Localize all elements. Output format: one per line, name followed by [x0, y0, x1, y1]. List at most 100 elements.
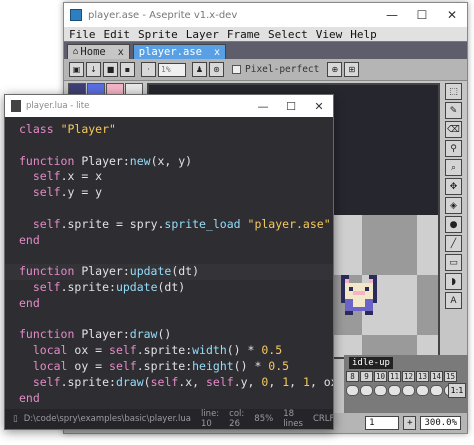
aseprite-title: player.ase - Aseprite v1.x-dev [88, 9, 238, 21]
tab-close-icon[interactable]: x [118, 47, 124, 58]
add-frame-button[interactable]: + [403, 416, 417, 430]
target-icon[interactable]: ⊛ [209, 62, 224, 77]
file-icon: ▯ [13, 414, 18, 424]
lite-editor-window: player.lua - lite — ☐ ✕ class "Player" f… [4, 94, 334, 430]
code-line: function Player:draw() [19, 327, 172, 342]
tab-player-ase-label: player.ase [138, 46, 202, 58]
menu-file[interactable]: File [69, 28, 96, 41]
grid-icon[interactable]: ⊞ [344, 62, 360, 77]
cel-row [346, 385, 458, 396]
code-line: self.sprite = spry.sprite_load "player.a… [32, 216, 331, 231]
code-line: local oy = self.sprite:height() * 0.5 [32, 358, 290, 373]
file-path: D:\code\spry\examples\basic\player.lua [23, 414, 191, 424]
aseprite-tabbar: ⌂ Home x player.ase x [64, 42, 467, 59]
blur-icon[interactable]: ● [445, 216, 462, 233]
close-icon[interactable]: ✕ [437, 8, 467, 22]
cursor-line: line: 10 [200, 409, 220, 429]
frame-header[interactable]: 13 [416, 371, 429, 382]
minimize-icon[interactable]: — [249, 100, 277, 113]
lite-title: player.lua - lite [26, 101, 90, 111]
cel[interactable] [374, 385, 387, 396]
line-ending: CRLF [312, 414, 334, 424]
tab-close-icon[interactable]: x [214, 47, 220, 58]
menu-sprite[interactable]: Sprite [138, 28, 178, 41]
code-editor[interactable]: class "Player" function Player:new(x, y)… [5, 117, 333, 409]
code-line: class "Player" [19, 122, 116, 136]
animation-tag[interactable]: idle-up [349, 357, 393, 369]
dot-icon[interactable]: · [141, 62, 156, 77]
aseprite-menubar: File Edit Sprite Layer Frame Select View… [64, 27, 467, 42]
menu-select[interactable]: Select [268, 28, 308, 41]
frame-number-field[interactable]: 1 [365, 416, 400, 430]
download-icon[interactable]: ↓ [86, 62, 101, 77]
frame-header[interactable]: 10 [374, 371, 387, 382]
code-line: end [19, 295, 40, 310]
tool-palette: ⬚ ✎ ⌫ ⚲ ⌕ ✥ ◈ ● ╱ ▭ ◗ A [445, 83, 464, 311]
cel[interactable] [346, 385, 359, 396]
brush-size-icon[interactable]: ▪ [120, 62, 135, 77]
pixel-perfect-toggle[interactable]: Pixel-perfect [232, 64, 319, 75]
zoom-icon[interactable]: ⌕ [445, 159, 462, 176]
frame-header[interactable]: 8 [346, 371, 359, 382]
menu-view[interactable]: View [316, 28, 343, 41]
pixel-perfect-checkbox[interactable] [232, 65, 241, 74]
marquee-icon[interactable]: ⬚ [445, 83, 462, 100]
frame-header[interactable]: 12 [402, 371, 415, 382]
maximize-icon[interactable]: ☐ [277, 100, 305, 113]
contour-icon[interactable]: ◗ [445, 273, 462, 290]
rectangle-icon[interactable]: ▭ [445, 254, 462, 271]
minimize-icon[interactable]: — [377, 8, 407, 22]
line-count: 18 lines [283, 409, 303, 429]
code-line: self.x = x [32, 169, 103, 184]
code-line: end [19, 232, 40, 247]
code-line: self.y = y [32, 185, 103, 200]
code-line: self.sprite:draw(self.x, self.y, 0, 1, 1… [32, 374, 333, 389]
zoom-1to1-button[interactable]: 1:1 [448, 383, 466, 398]
cel[interactable] [360, 385, 373, 396]
tab-home[interactable]: ⌂ Home x [67, 44, 130, 59]
eyedropper-icon[interactable]: ⚲ [445, 140, 462, 157]
zoom-field[interactable]: 300.0% [420, 416, 461, 430]
menu-frame[interactable]: Frame [227, 28, 260, 41]
code-line: self.sprite:update(dt) [32, 279, 186, 294]
frame-header[interactable]: 9 [360, 371, 373, 382]
pencil-icon[interactable]: ✎ [445, 102, 462, 119]
menu-edit[interactable]: Edit [104, 28, 131, 41]
cel[interactable] [416, 385, 429, 396]
ink-icon[interactable]: ♟ [192, 62, 207, 77]
aseprite-app-icon [70, 9, 82, 21]
context-toolbar: ▣ ↓ ■ ▪ · 1% ♟ ⊛ Pixel-perfect ⊕ ⊞ [64, 59, 467, 81]
cel[interactable] [402, 385, 415, 396]
frame-header[interactable]: 15 [444, 371, 457, 382]
tab-home-label: Home [80, 46, 106, 58]
menu-help[interactable]: Help [350, 28, 377, 41]
maximize-icon[interactable]: ☐ [407, 8, 437, 22]
move-icon[interactable]: ✥ [445, 178, 462, 195]
tab-player-ase[interactable]: player.ase x [132, 44, 226, 59]
player-sprite [341, 275, 377, 315]
frame-header[interactable]: 14 [430, 371, 443, 382]
cel[interactable] [430, 385, 443, 396]
code-line: end [19, 390, 40, 405]
line-icon[interactable]: ╱ [445, 235, 462, 252]
cel[interactable] [388, 385, 401, 396]
pixel-perfect-label: Pixel-perfect [245, 64, 320, 75]
text-icon[interactable]: A [445, 292, 462, 309]
lite-statusbar: ▯ D:\code\spry\examples\basic\player.lua… [5, 409, 333, 429]
code-line: local ox = self.sprite:width() * 0.5 [32, 343, 283, 358]
square-brush-icon[interactable]: ■ [103, 62, 118, 77]
code-line-current: function Player:update(dt) [5, 264, 333, 280]
bucket-icon[interactable]: ◈ [445, 197, 462, 214]
symmetry-icon[interactable]: ⊕ [327, 62, 343, 77]
home-icon: ⌂ [73, 47, 79, 57]
close-icon[interactable]: ✕ [305, 100, 333, 113]
eraser-icon[interactable]: ⌫ [445, 121, 462, 138]
menu-layer[interactable]: Layer [186, 28, 219, 41]
lite-titlebar: player.lua - lite — ☐ ✕ [5, 95, 333, 117]
lock-icon[interactable]: ▣ [69, 62, 84, 77]
opacity-input[interactable]: 1% [158, 62, 186, 77]
frame-header[interactable]: 11 [388, 371, 401, 382]
